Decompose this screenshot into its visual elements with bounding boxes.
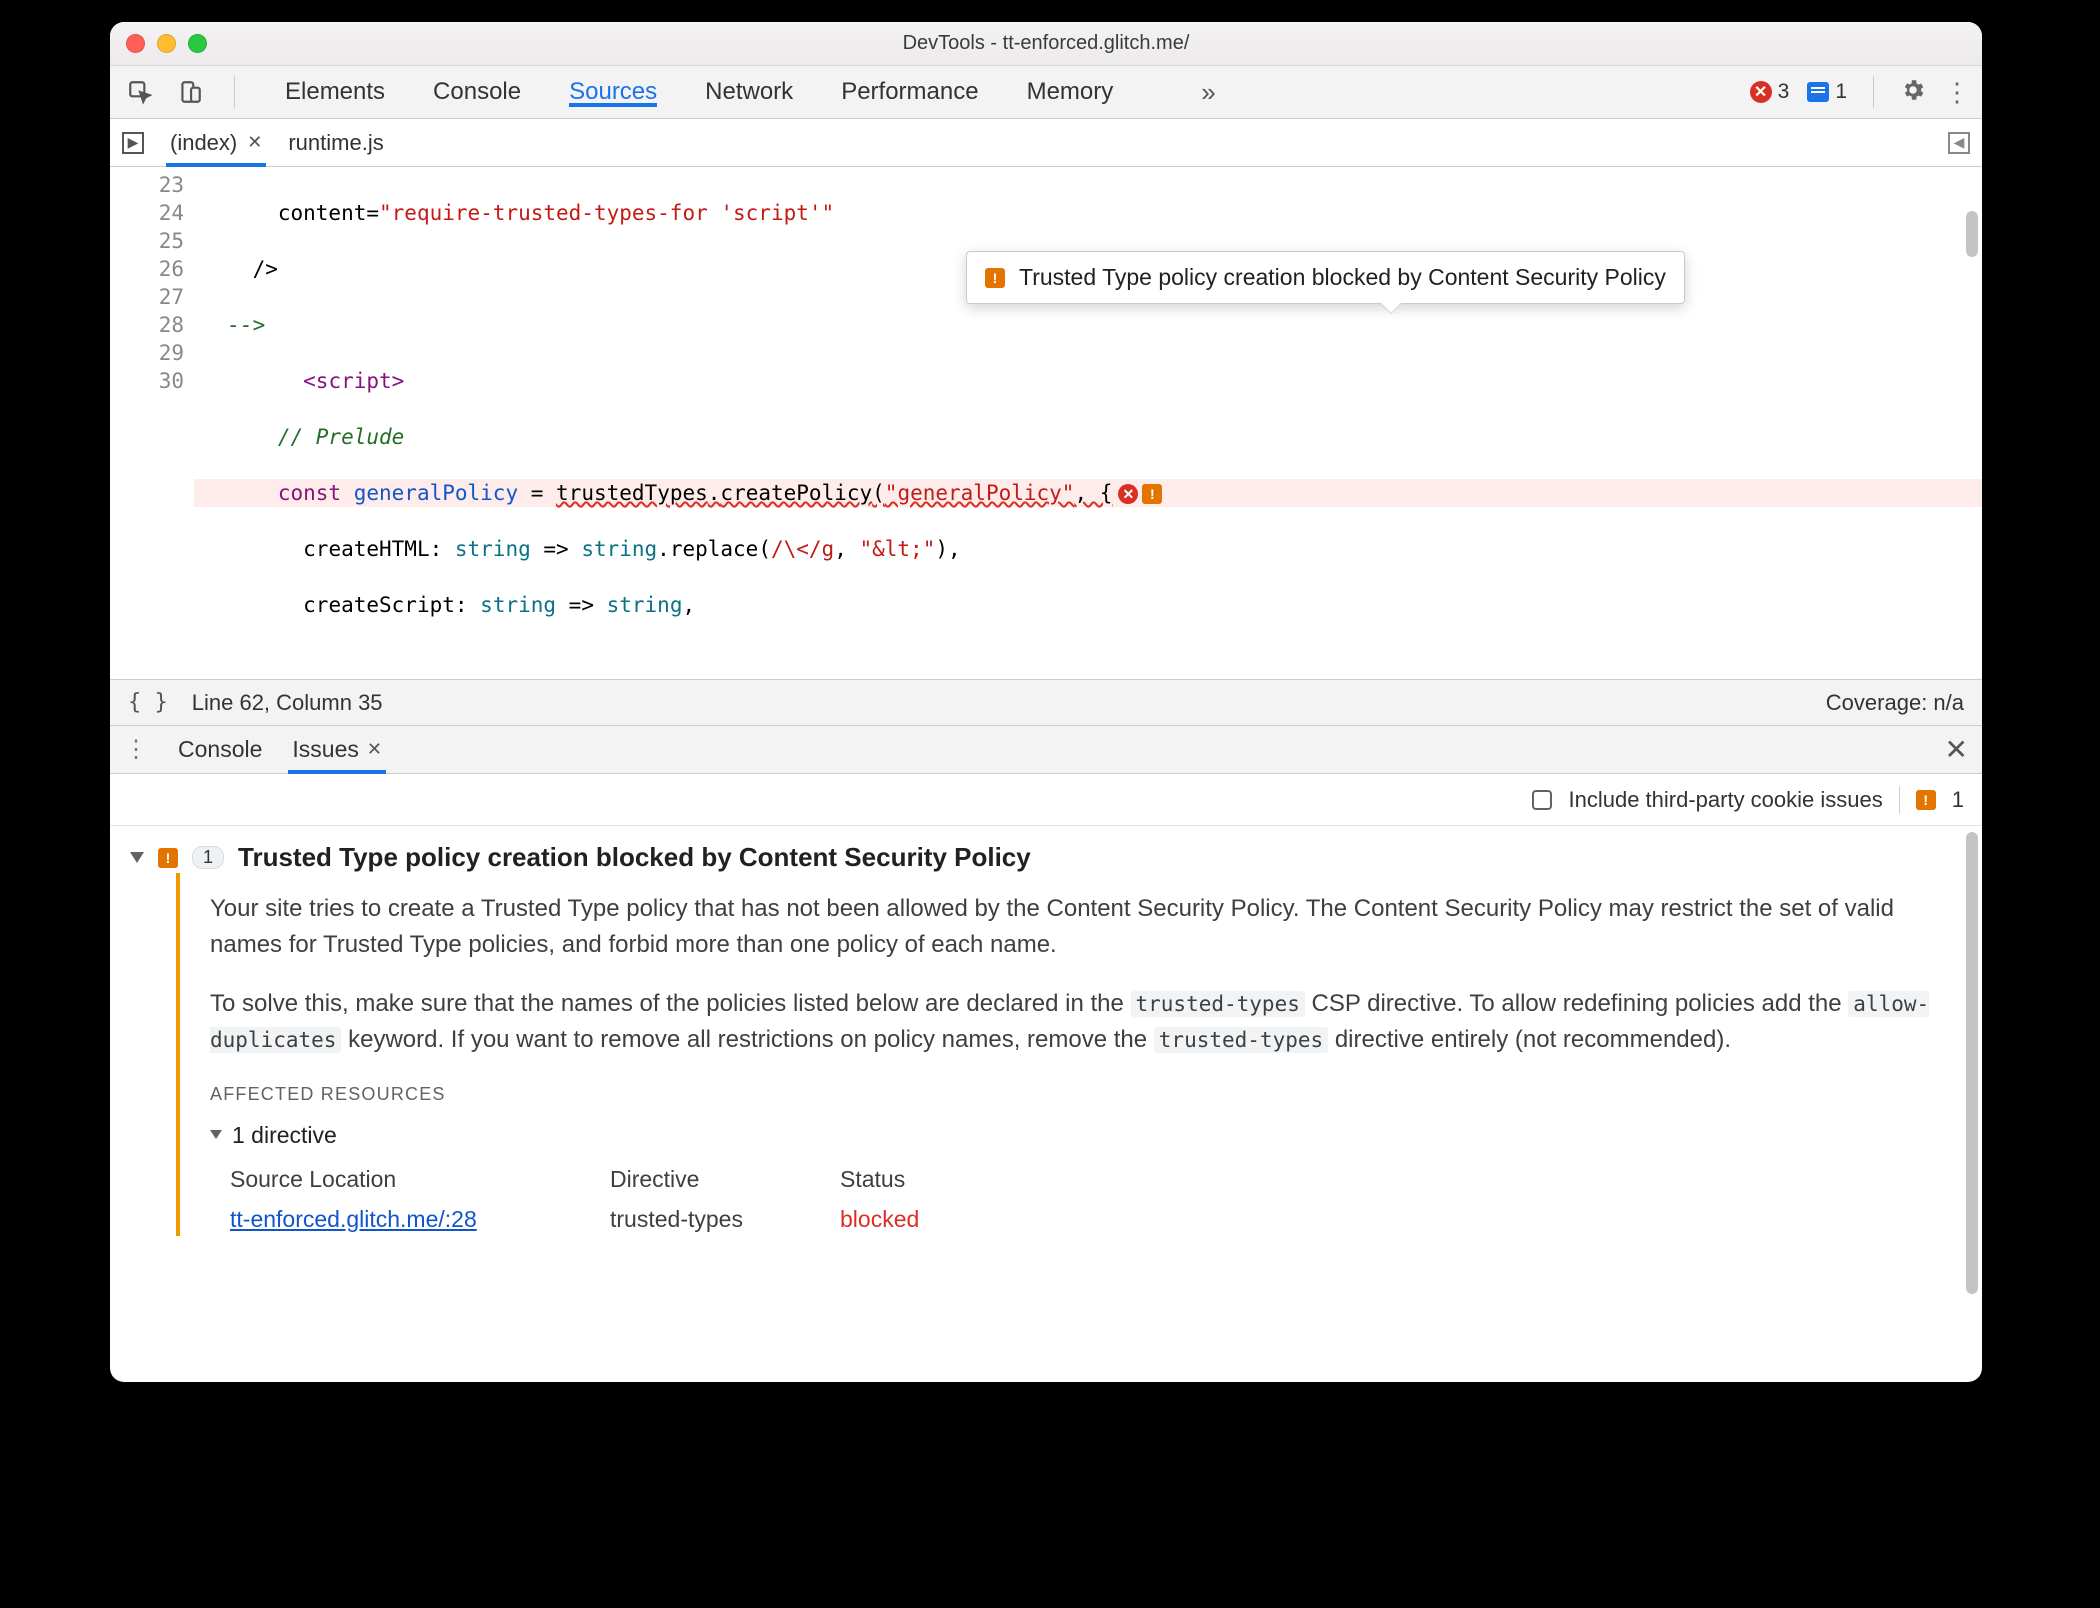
file-tab-runtime[interactable]: runtime.js	[288, 119, 383, 166]
drawer-close-icon[interactable]: ✕	[1945, 733, 1968, 766]
drawer-tab-bar: ⋮ Console Issues ✕ ✕	[110, 726, 1982, 774]
issue-title: Trusted Type policy creation blocked by …	[238, 842, 1031, 873]
issue-count-pill: 1	[192, 846, 224, 869]
source-location-link[interactable]: tt-enforced.glitch.me/:28	[230, 1202, 610, 1236]
issues-count: 1	[1952, 787, 1964, 813]
window-title: DevTools - tt-enforced.glitch.me/	[110, 32, 1982, 55]
message-icon	[1807, 82, 1829, 102]
issue-detail: Your site tries to create a Trusted Type…	[176, 873, 1954, 1236]
issue-paragraph: Your site tries to create a Trusted Type…	[210, 891, 1938, 962]
issue-tooltip: ! Trusted Type policy creation blocked b…	[966, 251, 1685, 304]
device-toggle-icon[interactable]	[176, 78, 204, 106]
drawer-tab-console[interactable]: Console	[178, 726, 262, 773]
main-toolbar: Elements Console Sources Network Perform…	[110, 66, 1982, 119]
panel-tabs: Elements Console Sources Network Perform…	[285, 77, 1216, 108]
affected-resources-heading: AFFECTED RESOURCES	[210, 1081, 1938, 1108]
warning-icon: !	[1916, 790, 1936, 810]
tab-elements[interactable]: Elements	[285, 78, 385, 106]
warning-icon: !	[158, 848, 178, 868]
error-counter[interactable]: ✕ 3	[1750, 80, 1790, 104]
tab-sources[interactable]: Sources	[569, 78, 657, 106]
inline-warning-icon[interactable]: !	[1142, 484, 1162, 504]
inline-error-icon[interactable]: ✕	[1118, 484, 1138, 504]
separator	[1899, 786, 1900, 814]
third-party-label: Include third-party cookie issues	[1568, 787, 1882, 813]
navigator-toggle-icon[interactable]: ▶	[122, 132, 144, 154]
issues-panel: ! 1 Trusted Type policy creation blocked…	[110, 826, 1982, 1382]
error-icon: ✕	[1750, 81, 1772, 103]
tab-console[interactable]: Console	[433, 78, 521, 106]
issues-toolbar: Include third-party cookie issues ! 1	[110, 774, 1982, 826]
separator	[234, 76, 235, 108]
directive-count: 1 directive	[232, 1118, 337, 1152]
coverage-status: Coverage: n/a	[1826, 690, 1964, 716]
status-value: blocked	[840, 1202, 1040, 1236]
col-source: Source Location	[230, 1162, 610, 1196]
more-tabs-button[interactable]: »	[1201, 77, 1215, 108]
titlebar: DevTools - tt-enforced.glitch.me/	[110, 22, 1982, 66]
source-editor: 23 24 25 26 27 28 29 30 content="require…	[110, 167, 1982, 680]
line-gutter: 23 24 25 26 27 28 29 30	[110, 167, 194, 679]
file-tab-bar: ▶ (index) ✕ runtime.js ◀	[110, 119, 1982, 167]
tooltip-text: Trusted Type policy creation blocked by …	[1019, 264, 1666, 291]
settings-gear-icon[interactable]	[1900, 77, 1926, 108]
col-status: Status	[840, 1162, 1040, 1196]
tab-network[interactable]: Network	[705, 78, 793, 106]
drawer-tab-issues[interactable]: Issues ✕	[292, 726, 382, 773]
close-tab-icon[interactable]: ✕	[367, 739, 382, 760]
issues-scrollbar[interactable]	[1966, 832, 1978, 1376]
file-tab-label: (index)	[170, 130, 237, 156]
tab-performance[interactable]: Performance	[841, 78, 978, 106]
disclosure-triangle-icon[interactable]	[210, 1130, 222, 1139]
file-tab-index[interactable]: (index) ✕	[170, 119, 262, 166]
message-counter[interactable]: 1	[1807, 80, 1847, 104]
separator	[1873, 76, 1874, 108]
issue-paragraph: To solve this, make sure that the names …	[210, 986, 1938, 1057]
error-count: 3	[1778, 80, 1790, 104]
inspect-element-icon[interactable]	[126, 78, 154, 106]
third-party-checkbox[interactable]	[1532, 790, 1552, 810]
warning-icon: !	[985, 268, 1005, 288]
editor-status-bar: { } Line 62, Column 35 Coverage: n/a	[110, 680, 1982, 726]
message-count: 1	[1835, 80, 1847, 104]
code-lines[interactable]: content="require-trusted-types-for 'scri…	[194, 167, 1982, 679]
cursor-position: Line 62, Column 35	[192, 690, 383, 716]
issue-header[interactable]: ! 1 Trusted Type policy creation blocked…	[130, 842, 1954, 873]
drawer-menu-icon[interactable]: ⋮	[124, 735, 148, 764]
more-files-icon[interactable]: ◀	[1948, 132, 1970, 154]
more-options-icon[interactable]: ⋮	[1944, 77, 1970, 108]
tab-memory[interactable]: Memory	[1027, 78, 1114, 106]
pretty-print-icon[interactable]: { }	[128, 690, 168, 715]
affected-table: Source Location Directive Status tt-enfo…	[210, 1162, 1938, 1236]
directive-value: trusted-types	[610, 1202, 840, 1236]
devtools-window: DevTools - tt-enforced.glitch.me/ Elemen…	[110, 22, 1982, 1382]
code-scrollbar[interactable]	[1966, 171, 1978, 675]
directive-group[interactable]: 1 directive	[210, 1118, 1938, 1152]
disclosure-triangle-icon[interactable]	[130, 852, 144, 863]
file-tab-label: runtime.js	[288, 130, 383, 156]
close-tab-icon[interactable]: ✕	[247, 132, 262, 153]
col-directive: Directive	[610, 1162, 840, 1196]
